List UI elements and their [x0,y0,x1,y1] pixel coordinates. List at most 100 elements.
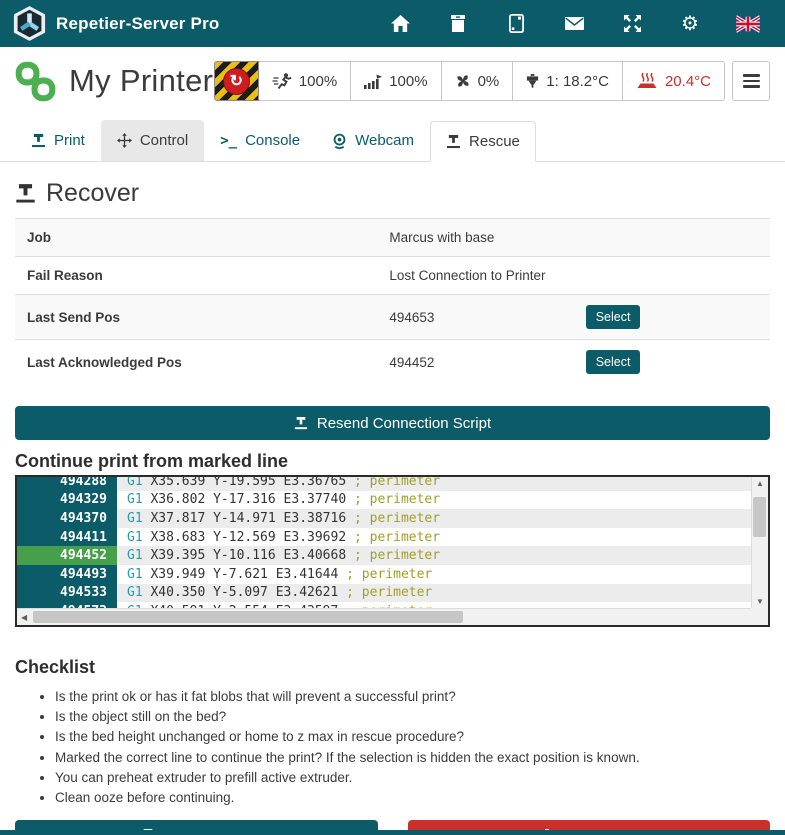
printer-icon [31,134,46,148]
recover-row-value: 494452 [377,340,573,385]
runner-icon [272,73,292,89]
continue-print-heading: Continue print from marked line [15,451,770,472]
app-title: Repetier-Server Pro [56,14,219,34]
scroll-left-icon[interactable]: ◀ [21,613,27,622]
extruder-temp-badge[interactable]: 1: 18.2°C [512,62,622,100]
home-icon[interactable] [388,13,412,35]
scroll-down-icon[interactable]: ▼ [756,597,764,606]
gcode-line[interactable]: 494533G1 X40.350 Y-5.097 E3.42621 ; peri… [17,584,751,603]
gcode-line-number: 494329 [17,491,117,510]
gcode-line-text: G1 X35.639 Y-19.595 E3.36765 ; perimeter [117,477,751,491]
gcode-comment: ; perimeter [346,585,432,600]
gcode-line[interactable]: 494370G1 X37.817 Y-14.971 E3.38716 ; per… [17,509,751,528]
flow-icon [364,74,382,89]
uk-flag-icon[interactable] [736,13,760,35]
printer-queue-icon[interactable] [446,13,470,35]
recover-table: JobMarcus with baseFail ReasonLost Conne… [15,218,770,384]
connection-link-icon[interactable] [15,61,56,102]
checklist-section: Checklist Is the print ok or has it fat … [15,657,770,808]
recover-row: JobMarcus with base [15,219,770,257]
flow-value: 100% [389,73,427,90]
gcode-line-number: 494452 [17,546,117,565]
tab-rescue[interactable]: Rescue [430,121,536,162]
checklist-item: Clean ooze before continuing. [55,788,770,808]
select-button[interactable]: Select [586,350,641,374]
tab-console[interactable]: >_ Console [204,120,316,161]
tab-webcam[interactable]: Webcam [316,120,430,161]
horizontal-scrollbar[interactable]: ◀ [17,608,751,625]
recover-row-action [574,257,770,295]
checklist-item: Is the bed height unchanged or home to z… [55,727,770,747]
gear-icon[interactable]: ⚙ [678,13,702,35]
gcode-comment: ; perimeter [346,567,432,582]
printer-status-bar: ↻ 100% 100% [214,61,770,101]
gcode-params: X39.395 Y-10.116 E3.40668 [143,548,354,563]
gcode-line[interactable]: 494411G1 X38.683 Y-12.569 E3.39692 ; per… [17,528,751,547]
speed-badge[interactable]: 100% [259,62,350,100]
gcode-line[interactable]: 494288G1 X35.639 Y-19.595 E3.36765 ; per… [17,477,751,491]
gcode-line[interactable]: 494493G1 X39.949 Y-7.621 E3.41644 ; peri… [17,565,751,584]
gcode-comment: ; perimeter [354,530,440,545]
gcode-params: X35.639 Y-19.595 E3.36765 [143,477,354,489]
flow-badge[interactable]: 100% [350,62,440,100]
gcode-viewer: 494288G1 X35.639 Y-19.595 E3.36765 ; per… [15,475,770,627]
select-button[interactable]: Select [586,305,641,329]
move-icon [117,133,132,148]
gcode-comment: ; perimeter [354,492,440,507]
gcode-params: X38.683 Y-12.569 E3.39692 [143,530,354,545]
fan-badge[interactable]: 0% [441,62,513,100]
recover-heading: Recover [15,179,770,218]
repetier-logo-icon[interactable] [13,5,46,42]
recover-row: Last Send Pos494653Select [15,295,770,340]
vertical-scrollbar[interactable]: ▲ ▼ [751,477,768,608]
heated-bed-icon [636,73,658,89]
gcode-command: G1 [127,567,143,582]
checklist-heading: Checklist [15,657,770,678]
tablet-icon[interactable] [504,13,528,35]
printer-icon [294,417,308,430]
gcode-comment: ; perimeter [354,511,440,526]
vertical-scroll-thumb[interactable] [753,497,766,537]
recover-row-action: Select [574,295,770,340]
gcode-line-text: G1 X38.683 Y-12.569 E3.39692 ; perimeter [117,528,751,547]
gcode-line[interactable]: 494452G1 X39.395 Y-10.116 E3.40668 ; per… [17,546,751,565]
speed-value: 100% [299,73,337,90]
bed-temp-badge[interactable]: 20.4°C [622,62,724,100]
gcode-command: G1 [127,477,143,489]
gcode-params: X39.949 Y-7.621 E3.41644 [143,567,347,582]
recover-row: Last Acknowledged Pos494452Select [15,340,770,385]
gcode-command: G1 [127,585,143,600]
tab-control[interactable]: Control [101,120,204,161]
navbar-icons: ⚙ [388,13,772,35]
recover-row-value: Lost Connection to Printer [377,257,573,295]
tab-print[interactable]: Print [15,120,101,161]
gcode-command: G1 [127,492,143,507]
printer-menu-button[interactable] [732,61,770,101]
expand-icon[interactable] [620,13,644,35]
checklist-item: Marked the correct line to continue the … [55,748,770,768]
horizontal-scroll-thumb[interactable] [33,611,463,623]
gcode-line[interactable]: 494329 G1 X36.802 Y-17.316 E3.37740 ; per… [17,491,751,510]
rescue-panel: Recover JobMarcus with baseFail ReasonLo… [0,179,785,835]
gcode-line-number: 494411 [17,528,117,547]
resend-connection-script-button[interactable]: Resend Connection Script [15,406,770,440]
scroll-up-icon[interactable]: ▲ [756,479,764,488]
gcode-line-text: G1 X39.949 Y-7.621 E3.41644 ; perimeter [117,565,751,584]
recover-row-action: Select [574,340,770,385]
footer-bar [0,830,785,835]
recover-row-label: Last Send Pos [15,295,377,340]
top-navbar: Repetier-Server Pro ⚙ [0,0,785,47]
gcode-line-number: 494533 [17,584,117,603]
checklist-item: You can preheat extruder to prefill acti… [55,768,770,788]
gcode-comment: ; perimeter [354,548,440,563]
gcode-command: G1 [127,511,143,526]
extruder-icon [526,74,539,89]
printer-tabbar: Print Control >_ Console Webcam Rescue [0,120,785,162]
gcode-params: X36.802 Y-17.316 E3.37740 [143,492,354,507]
printer-icon [446,135,461,149]
mail-icon[interactable] [562,13,586,35]
extruder-temp-value: 1: 18.2°C [546,73,609,90]
gcode-line-text: G1 X39.395 Y-10.116 E3.40668 ; perimeter [117,546,751,565]
emergency-stop-button[interactable]: ↻ [214,61,259,101]
recover-row-action [574,219,770,257]
